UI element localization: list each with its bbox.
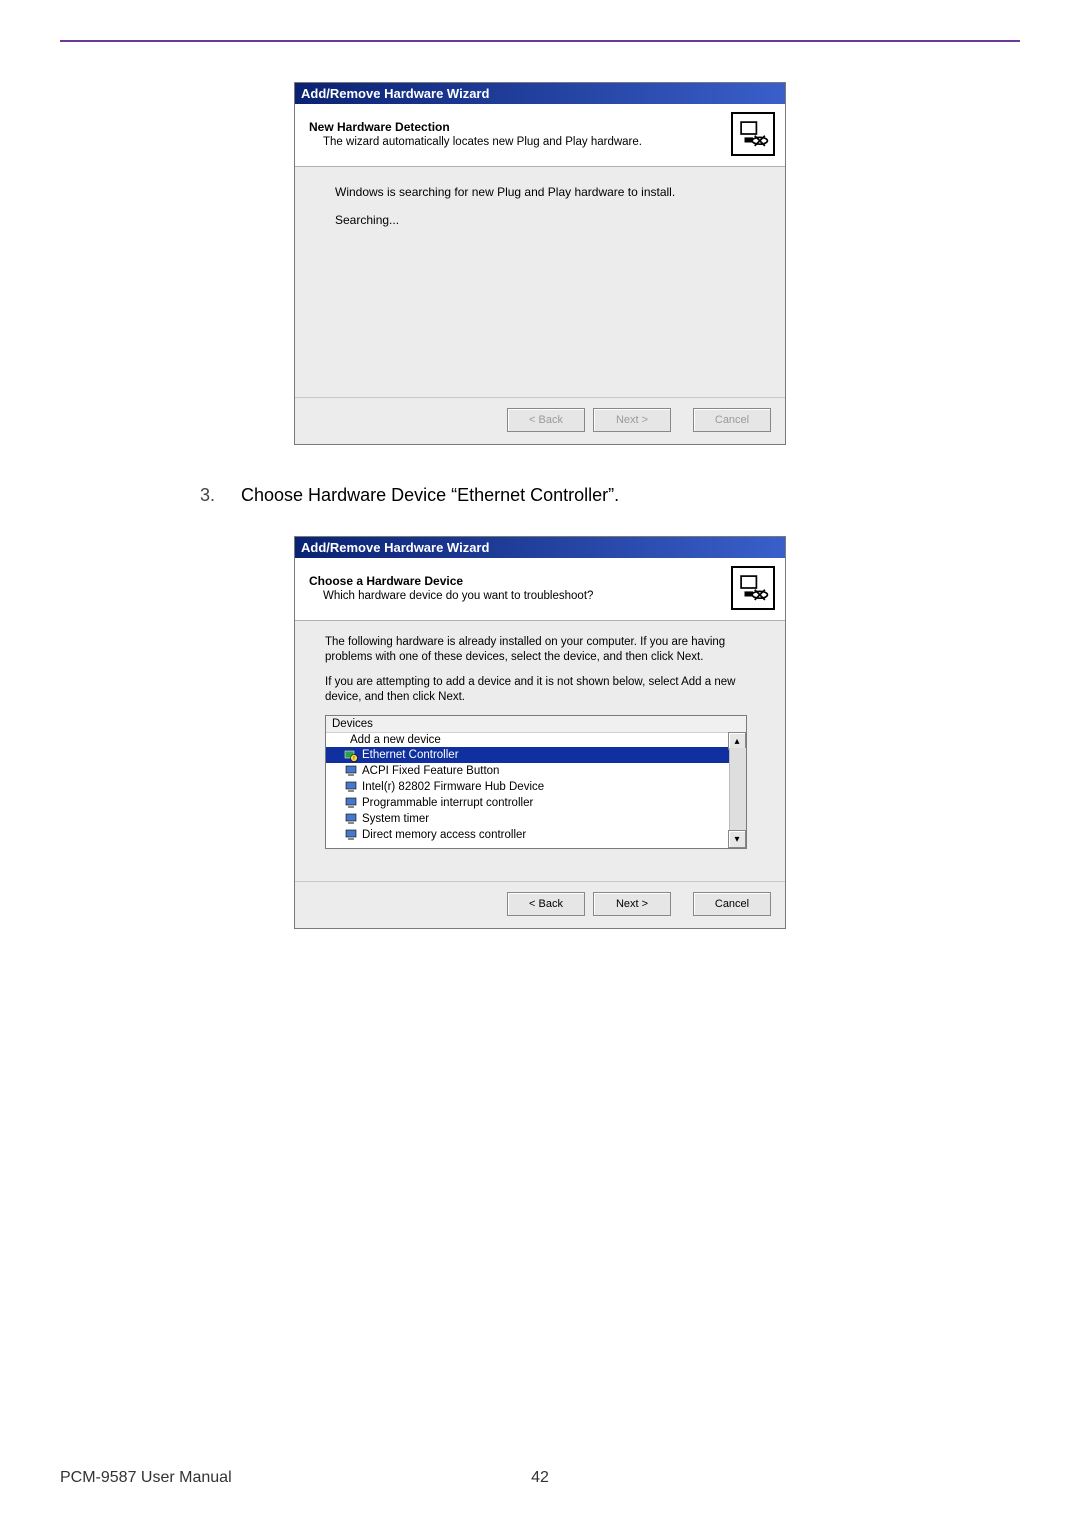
page-number: 42 <box>520 1469 560 1487</box>
list-item-label: Direct memory access controller <box>362 829 526 841</box>
hardware-icon <box>731 112 775 156</box>
scroll-track[interactable] <box>729 748 746 832</box>
list-item-intel[interactable]: Intel(r) 82802 Firmware Hub Device <box>326 779 746 795</box>
dialog2-title: Add/Remove Hardware Wizard <box>301 540 489 555</box>
back-button-label: < Back <box>529 414 563 426</box>
back-button-label: < Back <box>529 898 563 910</box>
next-button[interactable]: Next > <box>593 892 671 916</box>
back-button: < Back <box>507 408 585 432</box>
list-item-timer[interactable]: System timer <box>326 811 746 827</box>
list-item-dma[interactable]: Direct memory access controller <box>326 827 746 843</box>
back-button[interactable]: < Back <box>507 892 585 916</box>
step-3: 3. Choose Hardware Device “Ethernet Cont… <box>200 485 1020 506</box>
list-item-label: Add a new device <box>350 734 441 746</box>
dialog2-titlebar: Add/Remove Hardware Wizard <box>295 537 785 558</box>
top-rule <box>60 40 1020 42</box>
dialog1-body-line1: Windows is searching for new Plug and Pl… <box>335 185 755 199</box>
dialog2-wrap: Add/Remove Hardware Wizard Choose a Hard… <box>60 536 1020 929</box>
dialog1-titlebar: Add/Remove Hardware Wizard <box>295 83 785 104</box>
card-warning-icon: ! <box>344 748 358 762</box>
list-item-ethernet[interactable]: ! Ethernet Controller <box>326 747 746 763</box>
list-item-pic[interactable]: Programmable interrupt controller <box>326 795 746 811</box>
computer-icon <box>344 812 358 826</box>
list-item-label: ACPI Fixed Feature Button <box>362 765 499 777</box>
dialog2-body: The following hardware is already instal… <box>295 621 785 881</box>
list-item-label: Programmable interrupt controller <box>362 797 533 809</box>
next-button: Next > <box>593 408 671 432</box>
cancel-button: Cancel <box>693 408 771 432</box>
dialog1-body-line2: Searching... <box>335 213 755 227</box>
dialog2-header-sub: Which hardware device do you want to tro… <box>309 590 731 602</box>
scroll-down-button[interactable]: ▾ <box>728 830 746 848</box>
cancel-button-label: Cancel <box>715 414 749 426</box>
computer-icon <box>344 796 358 810</box>
dialog1-body: Windows is searching for new Plug and Pl… <box>295 167 785 397</box>
list-item-acpi[interactable]: ACPI Fixed Feature Button <box>326 763 746 779</box>
devices-list-items: Add a new device ! Ethernet Controller <box>326 733 746 843</box>
dialog2-intro2: If you are attempting to add a device an… <box>325 675 761 705</box>
dialog2-header: Choose a Hardware Device Which hardware … <box>295 558 785 621</box>
hardware-wizard-dialog-searching: Add/Remove Hardware Wizard New Hardware … <box>294 82 786 445</box>
next-button-label: Next > <box>616 414 648 426</box>
computer-icon <box>344 764 358 778</box>
cancel-button[interactable]: Cancel <box>693 892 771 916</box>
dialog1-title: Add/Remove Hardware Wizard <box>301 86 489 101</box>
manual-name: PCM-9587 User Manual <box>60 1469 520 1487</box>
dialog1-header-text: New Hardware Detection The wizard automa… <box>309 120 731 148</box>
list-item-label: Ethernet Controller <box>362 749 459 761</box>
dialog1-button-row: < Back Next > Cancel <box>295 397 785 444</box>
devices-list-header: Devices <box>326 716 746 733</box>
footer-spacer <box>560 1469 1020 1487</box>
dialog2-header-text: Choose a Hardware Device Which hardware … <box>309 574 731 602</box>
dialog1-header: New Hardware Detection The wizard automa… <box>295 104 785 167</box>
dialog1-wrap: Add/Remove Hardware Wizard New Hardware … <box>60 82 1020 445</box>
devices-listbox[interactable]: Devices Add a new device ! Ethernet Cont… <box>325 715 747 849</box>
hardware-wizard-dialog-choose: Add/Remove Hardware Wizard Choose a Hard… <box>294 536 786 929</box>
page-footer: PCM-9587 User Manual 42 <box>0 1469 1080 1487</box>
computer-icon <box>344 780 358 794</box>
hardware-icon <box>731 566 775 610</box>
list-item-add-new[interactable]: Add a new device <box>326 733 746 747</box>
dialog2-header-title: Choose a Hardware Device <box>309 574 731 588</box>
document-page: Add/Remove Hardware Wizard New Hardware … <box>0 0 1080 1527</box>
step-text: Choose Hardware Device “Ethernet Control… <box>241 485 619 506</box>
next-button-label: Next > <box>616 898 648 910</box>
list-item-label: System timer <box>362 813 429 825</box>
cancel-button-label: Cancel <box>715 898 749 910</box>
dialog1-header-title: New Hardware Detection <box>309 120 731 134</box>
svg-text:!: ! <box>353 756 354 762</box>
step-number: 3. <box>200 485 215 506</box>
dialog2-intro1: The following hardware is already instal… <box>325 635 761 665</box>
computer-icon <box>344 828 358 842</box>
dialog2-button-row: < Back Next > Cancel <box>295 881 785 928</box>
list-item-label: Intel(r) 82802 Firmware Hub Device <box>362 781 544 793</box>
dialog1-header-sub: The wizard automatically locates new Plu… <box>309 136 731 148</box>
